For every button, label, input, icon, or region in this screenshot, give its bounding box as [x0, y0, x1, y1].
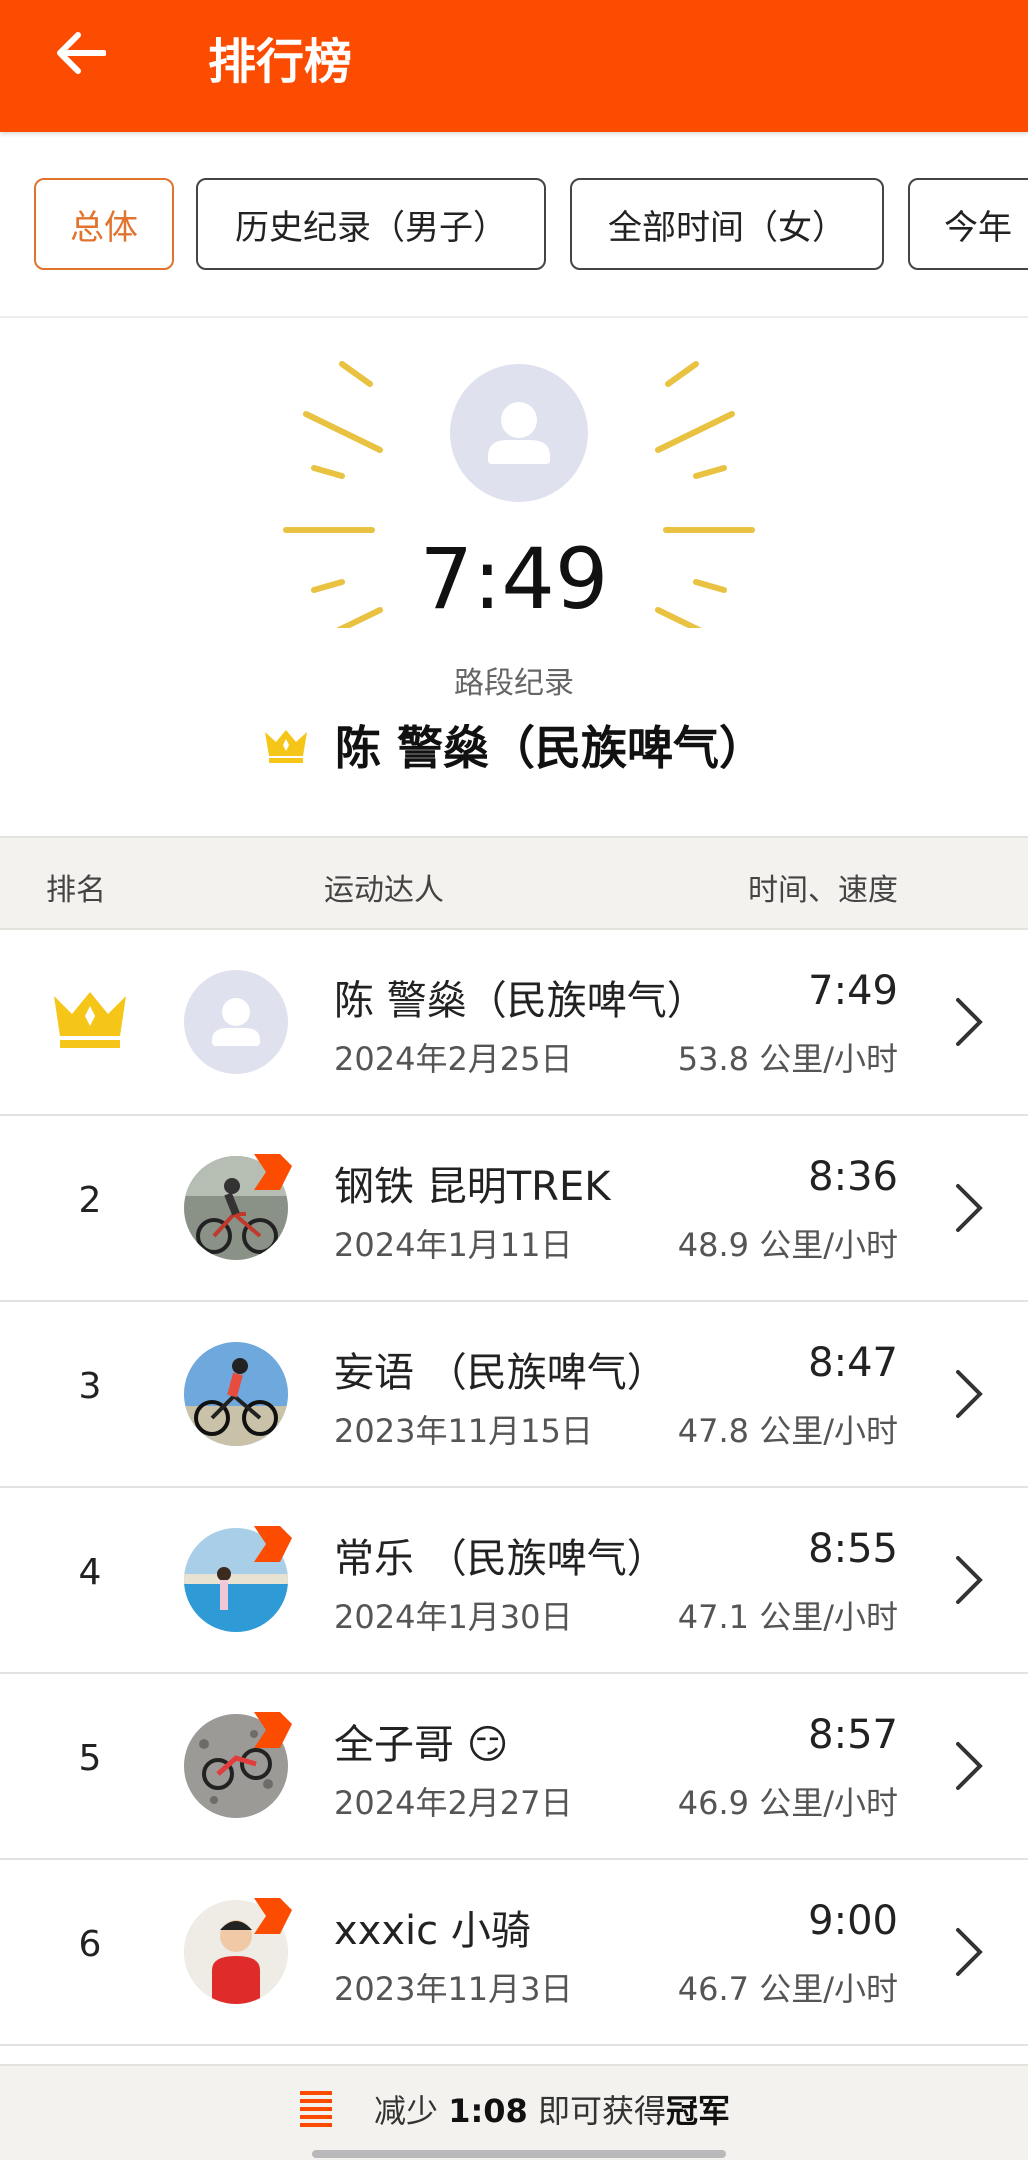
chevron-right-icon: [956, 1928, 983, 1976]
athlete-name: 陈 警燊（民族啤气）: [334, 978, 707, 1024]
avatar: [184, 1342, 288, 1446]
record-label: 路段纪录: [454, 666, 574, 701]
athlete-name: 钢铁 昆明TREK: [334, 1164, 611, 1210]
crown-icon: [52, 988, 128, 1054]
rank-number: 5: [78, 1738, 102, 1779]
effort-speed: 48.9 公里/小时: [677, 1226, 898, 1264]
athlete-name: 妄语 （民族啤气）: [334, 1350, 667, 1396]
column-time-speed: 时间、速度: [748, 873, 898, 908]
home-indicator: [312, 2150, 726, 2158]
subscriber-badge-icon: [254, 1154, 292, 1190]
filter-bar: 总体 历史纪录（男子） 全部时间（女） 今年: [0, 132, 1028, 318]
chevron-right-icon: [956, 1370, 983, 1418]
effort-time: 8:57: [808, 1712, 898, 1758]
effort-date: 2024年2月27日: [334, 1784, 573, 1822]
goal-delta: 1:08: [448, 2092, 528, 2130]
effort-time: 7:49: [808, 968, 898, 1014]
list-icon: [300, 2091, 332, 2127]
chevron-right-icon: [956, 1742, 983, 1790]
athlete-name: 全子哥 😏: [334, 1722, 509, 1768]
leaderboard-row[interactable]: 2 钢铁 昆明TREK 2024年1月11日 8:36 48.9 公里/小时: [0, 1116, 1028, 1302]
leaderboard-row[interactable]: 3 妄语 （民族啤气） 2023年11月15日 8:47 47.8 公里/小时: [0, 1302, 1028, 1488]
goal-middle: 即可获得: [537, 2092, 666, 2130]
chevron-right-icon: [956, 998, 983, 1046]
filter-chip-this-year[interactable]: 今年: [908, 178, 1028, 270]
leaderboard-row[interactable]: 陈 警燊（民族啤气） 2024年2月25日 7:49 53.8 公里/小时: [0, 930, 1028, 1116]
record-time: 7:49: [419, 530, 609, 628]
rank-number: 4: [78, 1552, 102, 1593]
effort-date: 2023年11月3日: [334, 1970, 573, 2008]
effort-speed: 53.8 公里/小时: [677, 1040, 898, 1078]
effort-date: 2023年11月15日: [334, 1412, 593, 1450]
filter-chip-men-all-time[interactable]: 历史纪录（男子）: [196, 178, 546, 270]
record-holder-row[interactable]: 陈 警燊（民族啤气）: [0, 712, 1028, 778]
effort-time: 8:55: [808, 1526, 898, 1572]
goal-footer[interactable]: 减少 1:08 即可获得冠军: [0, 2064, 1028, 2160]
goal-target: 冠军: [665, 2092, 730, 2130]
app-header: 排行榜: [0, 0, 1028, 132]
effort-speed: 47.8 公里/小时: [677, 1412, 898, 1450]
subscriber-badge-icon: [254, 1898, 292, 1934]
rank-number: 6: [78, 1924, 102, 1965]
effort-date: 2024年1月30日: [334, 1598, 573, 1636]
effort-time: 9:00: [808, 1898, 898, 1944]
arrow-left-icon: [57, 32, 106, 74]
segment-record-hero: 7:49 路段纪录 陈 警燊（民族啤气）: [0, 318, 1028, 836]
goal-message-row: 减少 1:08 即可获得冠军: [0, 2086, 1028, 2132]
crown-icon: [264, 730, 307, 763]
record-holder-name: 陈 警燊（民族啤气）: [334, 721, 765, 775]
goal-prefix: 减少: [374, 2092, 439, 2130]
effort-speed: 47.1 公里/小时: [677, 1598, 898, 1636]
athlete-name: 常乐 （民族啤气）: [334, 1536, 667, 1582]
filter-chip-overall[interactable]: 总体: [34, 178, 174, 270]
leaderboard-column-header: 排名 运动达人 时间、速度: [0, 836, 1028, 930]
rank-number: 3: [78, 1366, 102, 1407]
column-athlete: 运动达人: [324, 873, 444, 908]
effort-time: 8:36: [808, 1154, 898, 1200]
filter-chip-women-all-time[interactable]: 全部时间（女）: [570, 178, 884, 270]
subscriber-badge-icon: [254, 1526, 292, 1562]
athlete-name: xxxic 小骑: [334, 1908, 531, 1954]
page-title: 排行榜: [208, 34, 353, 90]
record-holder-avatar[interactable]: [450, 364, 588, 502]
person-icon: [212, 998, 260, 1046]
chevron-right-icon: [956, 1184, 983, 1232]
leaderboard-row[interactable]: 4 常乐 （民族啤气） 2024年1月30日 8:55 47.1 公里/小时: [0, 1488, 1028, 1674]
back-button[interactable]: [50, 28, 110, 78]
cyclist-photo: [184, 1342, 288, 1446]
person-icon: [488, 402, 550, 464]
subscriber-badge-icon: [254, 1712, 292, 1748]
leaderboard-row[interactable]: 5 全子哥 😏 2024年2月27日 8:57 46.9 公里/小时: [0, 1674, 1028, 1860]
rank-number: 2: [78, 1180, 102, 1221]
effort-date: 2024年2月25日: [334, 1040, 573, 1078]
effort-speed: 46.9 公里/小时: [677, 1784, 898, 1822]
leaderboard-row[interactable]: 6 xxxic 小骑 2023年11月3日 9:00 46.7 公里/小时: [0, 1860, 1028, 2046]
column-rank: 排名: [46, 873, 106, 908]
chevron-right-icon: [956, 1556, 983, 1604]
effort-speed: 46.7 公里/小时: [677, 1970, 898, 2008]
avatar: [184, 970, 288, 1074]
effort-time: 8:47: [808, 1340, 898, 1386]
effort-date: 2024年1月11日: [334, 1226, 573, 1264]
goal-message: 减少 1:08 即可获得冠军: [374, 2086, 730, 2132]
